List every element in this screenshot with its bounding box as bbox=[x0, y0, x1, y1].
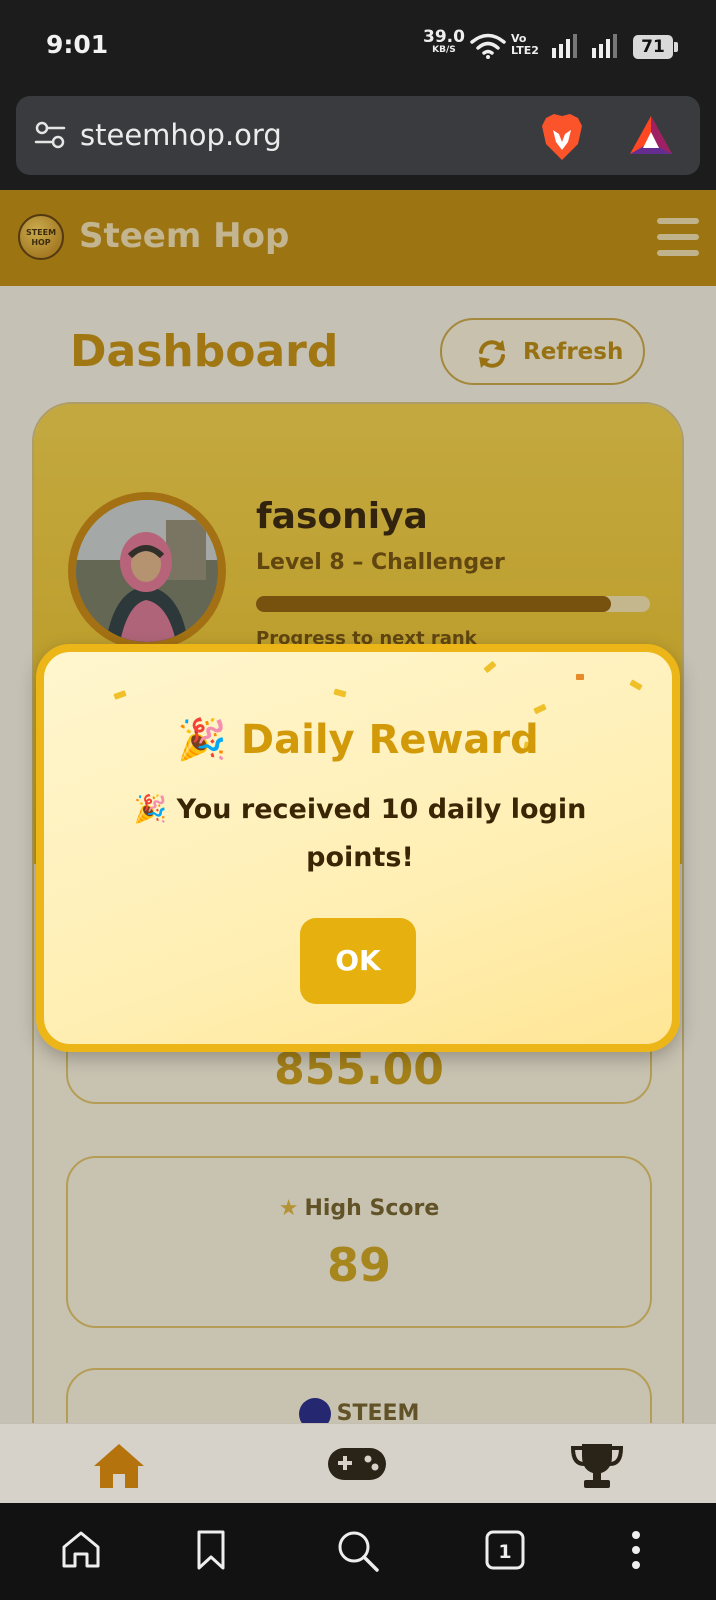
confetti-piece bbox=[533, 703, 547, 715]
bookmark-icon[interactable] bbox=[194, 1529, 228, 1571]
home-icon[interactable] bbox=[60, 1529, 102, 1569]
brave-lion-icon[interactable] bbox=[540, 112, 584, 162]
confetti-piece bbox=[483, 660, 497, 674]
network-speed-value: 39.0 bbox=[423, 27, 465, 47]
status-time: 9:01 bbox=[46, 30, 109, 59]
phone-screen: 9:01 39.0 KB/S Vo LTE2 71 steemhop.org S… bbox=[0, 0, 716, 1600]
browser-toolbar: steemhop.org bbox=[0, 88, 716, 190]
signal-icon-sim1 bbox=[552, 34, 577, 58]
browser-bottom-bar: 1 bbox=[0, 1503, 716, 1600]
address-bar[interactable]: steemhop.org bbox=[16, 96, 700, 175]
confetti-piece bbox=[333, 688, 347, 698]
trophy-icon[interactable] bbox=[570, 1442, 624, 1490]
search-icon[interactable] bbox=[336, 1529, 380, 1573]
svg-text:1: 1 bbox=[498, 1541, 511, 1563]
home-icon[interactable] bbox=[92, 1442, 146, 1490]
bat-triangle-icon[interactable] bbox=[628, 114, 674, 156]
modal-title: 🎉 Daily Reward bbox=[177, 717, 539, 763]
modal-message: 🎉 You received 10 daily login points! bbox=[133, 794, 587, 873]
signal-icon-sim2 bbox=[592, 34, 617, 58]
more-options-icon[interactable] bbox=[626, 1529, 646, 1571]
volte-line-2: LTE2 bbox=[511, 44, 539, 57]
bottom-nav bbox=[0, 1423, 716, 1503]
volte-indicator: Vo LTE2 bbox=[511, 33, 539, 57]
tune-icon[interactable] bbox=[34, 120, 66, 150]
gamepad-icon[interactable] bbox=[326, 1442, 388, 1484]
confetti-piece bbox=[629, 679, 643, 691]
url-text[interactable]: steemhop.org bbox=[80, 118, 282, 152]
daily-reward-modal: 🎉 Daily Reward 🎉 You received 10 daily l… bbox=[36, 644, 680, 1052]
confetti-piece bbox=[576, 674, 584, 680]
status-bar: 9:01 39.0 KB/S Vo LTE2 71 bbox=[0, 0, 716, 88]
battery-indicator: 71 bbox=[633, 35, 678, 59]
network-speed: 39.0 KB/S bbox=[423, 27, 465, 56]
wifi-icon bbox=[470, 33, 506, 59]
ok-button[interactable]: OK bbox=[300, 918, 416, 1004]
confetti-piece bbox=[113, 690, 127, 700]
tabs-icon[interactable]: 1 bbox=[484, 1529, 526, 1571]
